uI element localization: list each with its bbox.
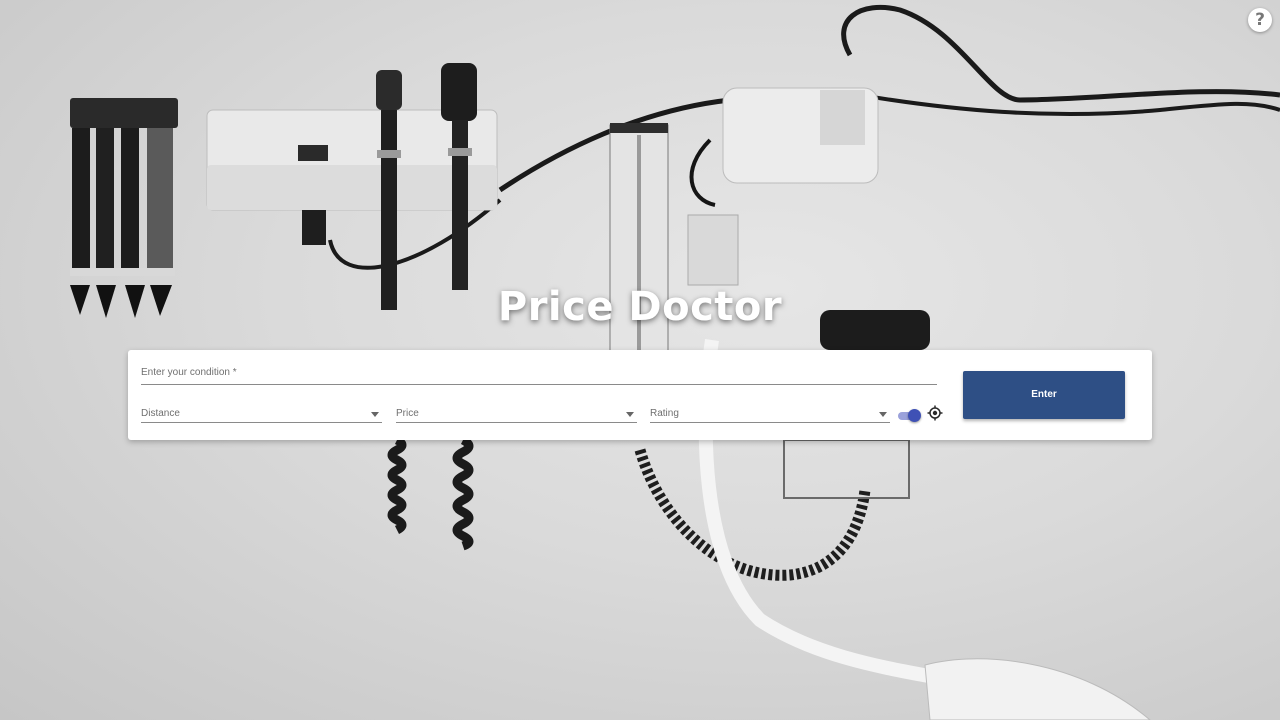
page: ? Price Doctor Enter your condition * Di…: [0, 0, 1280, 720]
toggle-thumb: [908, 409, 921, 422]
location-toggle[interactable]: [898, 409, 922, 423]
condition-input[interactable]: Enter your condition *: [141, 364, 937, 385]
rating-underline: [650, 422, 890, 423]
enter-button[interactable]: Enter: [963, 371, 1125, 419]
search-card: Enter your condition * Distance Price Ra…: [128, 350, 1152, 440]
locate-button[interactable]: [927, 405, 943, 421]
price-select-label: Price: [396, 408, 419, 419]
chevron-down-icon: [371, 412, 379, 417]
gps-crosshair-icon: [927, 405, 943, 421]
price-select[interactable]: Price: [396, 406, 637, 423]
condition-placeholder: Enter your condition *: [141, 367, 237, 378]
page-title: Price Doctor: [497, 284, 783, 330]
question-mark-icon: ?: [1255, 10, 1265, 30]
chevron-down-icon: [626, 412, 634, 417]
distance-select-label: Distance: [141, 408, 180, 419]
distance-select[interactable]: Distance: [141, 406, 382, 423]
rating-select[interactable]: Rating: [650, 406, 890, 423]
condition-underline: [141, 384, 937, 385]
rating-select-label: Rating: [650, 408, 679, 419]
price-underline: [396, 422, 637, 423]
help-button[interactable]: ?: [1248, 8, 1272, 32]
chevron-down-icon: [879, 412, 887, 417]
distance-underline: [141, 422, 382, 423]
